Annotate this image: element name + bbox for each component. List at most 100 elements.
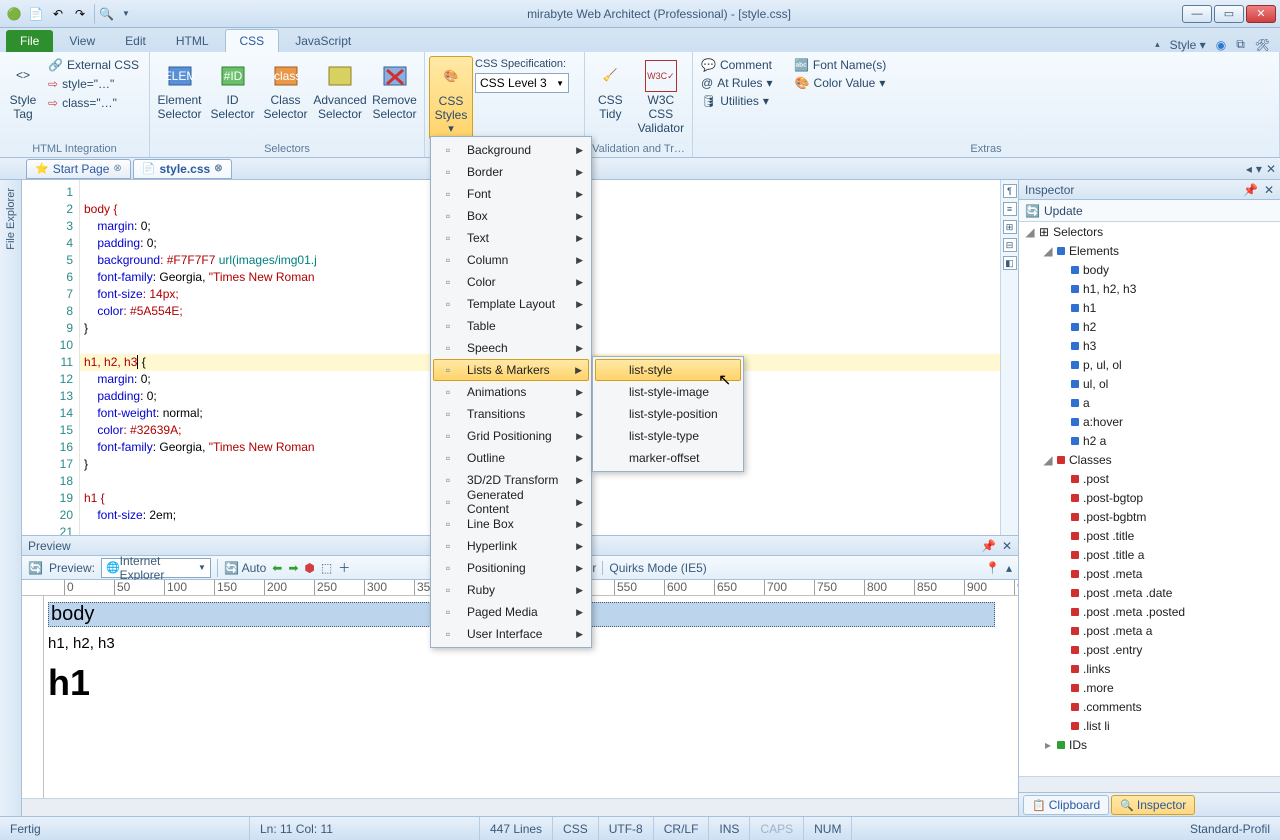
qat-undo[interactable]: ↶ [48, 4, 68, 24]
tree-class[interactable]: .list li [1019, 716, 1280, 735]
style-tag-button[interactable]: <>Style Tag [4, 56, 42, 126]
options-icon[interactable]: ⧉ [1236, 37, 1245, 52]
class-attr-button[interactable]: ⇨ class="…" [44, 94, 143, 112]
menu-item-border[interactable]: ▫Border▶ [433, 161, 589, 183]
id-selector-button[interactable]: #IDID Selector [207, 56, 258, 126]
css-tidy-button[interactable]: 🧹CSS Tidy [589, 56, 632, 126]
up-icon[interactable]: ▴ [1006, 561, 1012, 575]
qat-preview[interactable]: 🔍 [94, 4, 114, 24]
qat-btn-1[interactable]: 🟢 [4, 4, 24, 24]
tree-class[interactable]: .comments [1019, 697, 1280, 716]
tools-icon[interactable]: 🛠 [1255, 38, 1270, 52]
tab-inspector[interactable]: 🔍 Inspector [1111, 795, 1195, 815]
tab-html[interactable]: HTML [162, 30, 223, 52]
font-names-button[interactable]: 🔤 Font Name(s) [790, 56, 890, 74]
pin-icon[interactable]: 📌 [981, 539, 996, 553]
refresh-icon[interactable]: 🔄 [28, 561, 43, 575]
qat-btn-2[interactable]: 📄 [26, 4, 46, 24]
tab-clipboard[interactable]: 📋 Clipboard [1023, 795, 1109, 815]
tab-close-icon[interactable]: ✕ [1266, 162, 1276, 176]
tree-element[interactable]: h1, h2, h3 [1019, 279, 1280, 298]
remove-selector-button[interactable]: Remove Selector [369, 56, 420, 126]
tree-class[interactable]: .post .meta .posted [1019, 602, 1280, 621]
menu-item-column[interactable]: ▫Column▶ [433, 249, 589, 271]
tab-javascript[interactable]: JavaScript [281, 30, 365, 52]
horizontal-scrollbar[interactable] [22, 798, 1018, 816]
tree-element[interactable]: h2 a [1019, 431, 1280, 450]
style-attr-button[interactable]: ⇨ style="…" [44, 75, 143, 93]
menu-item-positioning[interactable]: ▫Positioning▶ [433, 557, 589, 579]
menu-item-box[interactable]: ▫Box▶ [433, 205, 589, 227]
tree-element[interactable]: ul, ol [1019, 374, 1280, 393]
submenu-item-marker-offset[interactable]: marker-offset [595, 447, 741, 469]
menu-item-hyperlink[interactable]: ▫Hyperlink▶ [433, 535, 589, 557]
close-icon[interactable]: ⊗ [214, 163, 222, 174]
doc-tab-stylecss[interactable]: 📄 style.css ⊗ [133, 159, 232, 179]
tab-edit[interactable]: Edit [111, 30, 160, 52]
close-icon[interactable]: ✕ [1264, 183, 1274, 197]
utilities-button[interactable]: 🛢 Utilities ▾ [697, 92, 773, 110]
menu-item-text[interactable]: ▫Text▶ [433, 227, 589, 249]
tree-class[interactable]: .post .meta .date [1019, 583, 1280, 602]
stop-icon[interactable]: ⬢ [304, 561, 314, 575]
color-value-button[interactable]: 🎨 Color Value ▾ [791, 74, 890, 92]
submenu-item-list-style-type[interactable]: list-style-type [595, 425, 741, 447]
help-icon[interactable]: ◉ [1216, 38, 1226, 52]
menu-item-animations[interactable]: ▫Animations▶ [433, 381, 589, 403]
element-selector-button[interactable]: ELEMElement Selector [154, 56, 205, 126]
menu-item-user-interface[interactable]: ▫User Interface▶ [433, 623, 589, 645]
qat-redo[interactable]: ↷ [70, 4, 90, 24]
tree-element[interactable]: a:hover [1019, 412, 1280, 431]
menu-item-table[interactable]: ▫Table▶ [433, 315, 589, 337]
tab-css[interactable]: CSS [225, 29, 280, 52]
tree-class[interactable]: .more [1019, 678, 1280, 697]
menu-item-grid-positioning[interactable]: ▫Grid Positioning▶ [433, 425, 589, 447]
tree-element[interactable]: a [1019, 393, 1280, 412]
back-icon[interactable]: ⬅ [272, 561, 282, 575]
preview-h1[interactable]: h1 [48, 662, 1018, 704]
inspector-tree[interactable]: ◢⊞ Selectors ◢ Elements body h1, h2, h3 … [1019, 222, 1280, 776]
tree-element[interactable]: body [1019, 260, 1280, 279]
doc-tab-start[interactable]: ⭐ Start Page ⊗ [26, 159, 131, 179]
w3c-validator-button[interactable]: W3C✓W3C CSS Validator [634, 56, 688, 139]
style-dropdown[interactable]: Style ▾ [1170, 38, 1206, 52]
css-styles-button[interactable]: 🎨CSS Styles ▾ [429, 56, 473, 140]
tree-class[interactable]: .post-bgbtm [1019, 507, 1280, 526]
menu-item-line-box[interactable]: ▫Line Box▶ [433, 513, 589, 535]
tree-element[interactable]: h1 [1019, 298, 1280, 317]
menu-item-ruby[interactable]: ▫Ruby▶ [433, 579, 589, 601]
menu-item-color[interactable]: ▫Color▶ [433, 271, 589, 293]
auto-button[interactable]: 🔄 Auto [224, 561, 266, 575]
minimize-button[interactable]: — [1182, 5, 1212, 23]
tree-class[interactable]: .post .meta a [1019, 621, 1280, 640]
pin-icon[interactable]: 📌 [1243, 183, 1258, 197]
at-rules-button[interactable]: @ At Rules ▾ [697, 74, 777, 92]
tree-element[interactable]: h2 [1019, 317, 1280, 336]
browser-combo[interactable]: 🌐 Internet Explorer ▼ [101, 558, 211, 578]
qat-dropdown[interactable]: ▼ [116, 4, 136, 24]
submenu-item-list-style-position[interactable]: list-style-position [595, 403, 741, 425]
css-level-combo[interactable]: CSS Level 3▼ [475, 73, 569, 93]
menu-item-template-layout[interactable]: ▫Template Layout▶ [433, 293, 589, 315]
menu-item-background[interactable]: ▫Background▶ [433, 139, 589, 161]
ribbon-minimize-icon[interactable]: ▴ [1155, 39, 1160, 50]
tree-class[interactable]: .post .meta [1019, 564, 1280, 583]
tree-class[interactable]: .post-bgtop [1019, 488, 1280, 507]
advanced-selector-button[interactable]: Advanced Selector [313, 56, 367, 126]
tree-class[interactable]: .links [1019, 659, 1280, 678]
menu-item-paged-media[interactable]: ▫Paged Media▶ [433, 601, 589, 623]
close-icon[interactable]: ⊗ [113, 163, 121, 174]
class-selector-button[interactable]: .classClass Selector [260, 56, 311, 126]
tree-class[interactable]: .post [1019, 469, 1280, 488]
external-css-button[interactable]: 🔗 External CSS [44, 56, 143, 74]
close-icon[interactable]: ✕ [1002, 539, 1012, 553]
menu-item-transitions[interactable]: ▫Transitions▶ [433, 403, 589, 425]
tree-class[interactable]: .post .entry [1019, 640, 1280, 659]
tab-menu-icon[interactable]: ◂ [1246, 162, 1252, 176]
tab-view[interactable]: View [55, 30, 109, 52]
tree-element[interactable]: h3 [1019, 336, 1280, 355]
tree-element[interactable]: p, ul, ol [1019, 355, 1280, 374]
comment-button[interactable]: 💬 Comment [697, 56, 776, 74]
tab-list-icon[interactable]: ▾ [1256, 162, 1262, 176]
close-button[interactable]: ✕ [1246, 5, 1276, 23]
